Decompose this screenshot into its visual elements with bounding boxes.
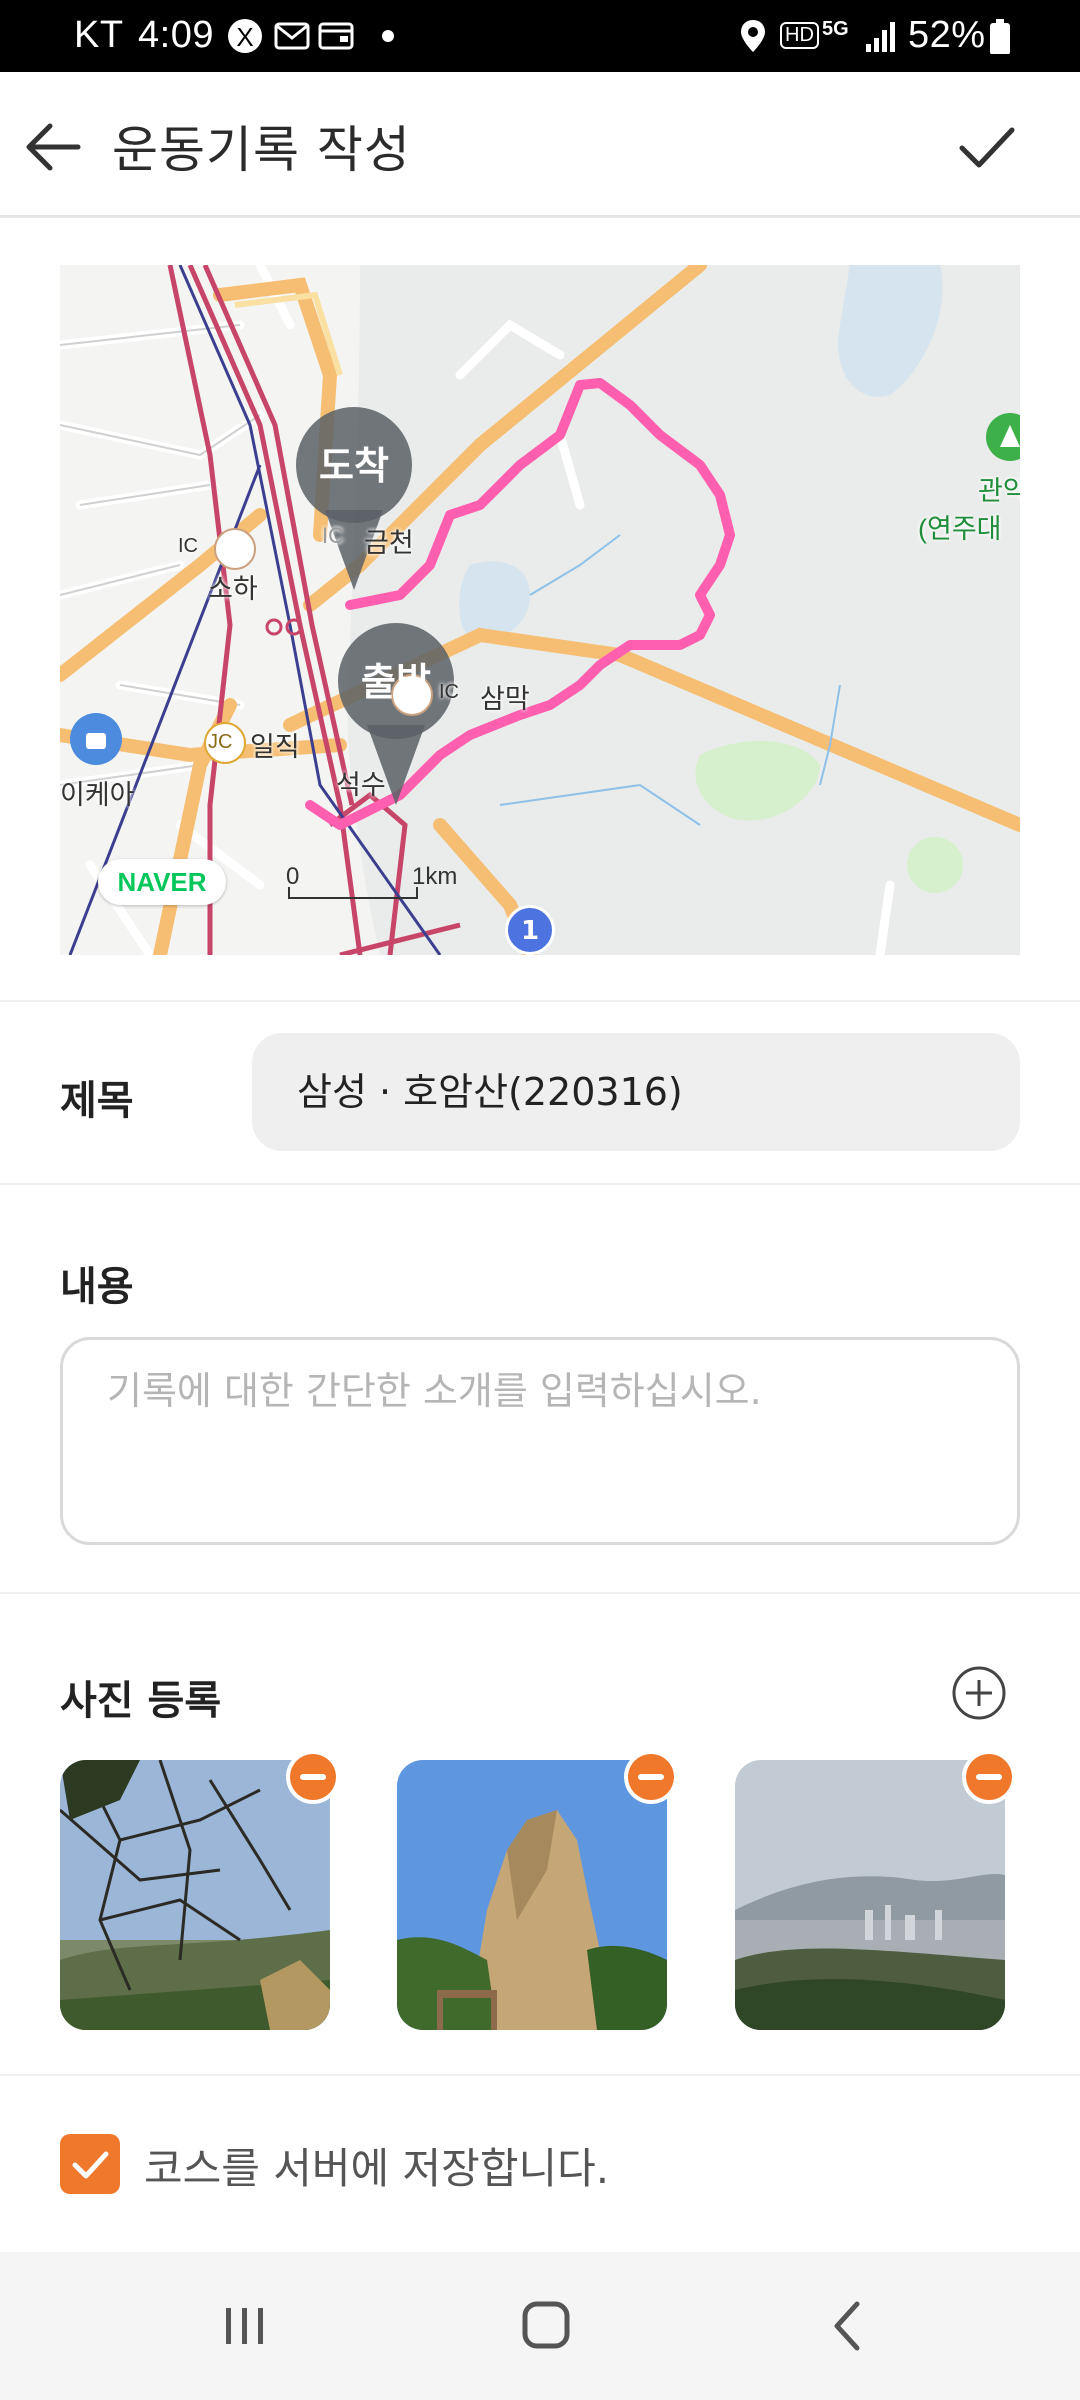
save-course-checkbox[interactable] (60, 2134, 120, 2194)
app-bar: 운동기록 작성 (0, 72, 1080, 218)
map-label-jc: JC (208, 731, 233, 753)
title-input[interactable]: 삼성 · 호암산(220316) (252, 1033, 1020, 1151)
wallet-icon (318, 22, 354, 50)
map-label-gwanak: 관악 (978, 476, 1020, 506)
content-label: 내용 (60, 1264, 134, 1310)
route-number-badge: 1 (505, 905, 555, 955)
start-pin[interactable]: 출발 (337, 623, 455, 751)
scale-km-label: 1km (412, 863, 458, 890)
route-map[interactable]: IC 소하 IC 금천 IC 삼막 JC 일직 석수 이케아 관악 (연주대 도… (60, 265, 1020, 955)
section-divider (0, 1183, 1080, 1185)
mail-icon (274, 22, 310, 50)
section-divider (0, 1000, 1080, 1002)
add-photo-icon[interactable] (950, 1664, 1008, 1722)
naver-logo: NAVER (98, 859, 226, 905)
carrier-label: KT (74, 14, 124, 56)
end-pin-label: 도착 (319, 444, 389, 488)
back-icon[interactable] (813, 2296, 883, 2356)
map-label-soha: 소하 (208, 574, 258, 604)
map-label-ic-soha: IC (178, 535, 198, 557)
remove-photo-1-icon[interactable] (284, 1748, 342, 1806)
battery-percent: 52% (908, 14, 986, 56)
svg-text:X: X (236, 22, 253, 52)
network-type: 5G (822, 18, 849, 40)
end-pin[interactable]: 도착 (295, 407, 413, 535)
map-scale-bar (288, 887, 418, 899)
system-nav-bar (0, 2252, 1080, 2400)
clock: 4:09 (138, 14, 214, 56)
recent-apps-icon[interactable] (210, 2296, 280, 2356)
remove-photo-2-icon[interactable] (622, 1748, 680, 1806)
home-icon[interactable] (511, 2296, 581, 2356)
hd-indicator: HD (780, 22, 819, 49)
location-icon (741, 20, 765, 52)
map-label-ikea: 이케아 (60, 780, 135, 810)
status-bar: KT 4:09 X HD 5G 52% (0, 0, 1080, 72)
photo-label: 사진 등록 (60, 1678, 222, 1724)
section-divider (0, 1592, 1080, 1594)
page-title: 운동기록 작성 (112, 121, 411, 179)
remove-photo-3-icon[interactable] (960, 1748, 1018, 1806)
map-canvas (60, 265, 1020, 955)
map-label-yeonju: (연주대 (918, 514, 1002, 544)
map-label-iljik: 일직 (250, 732, 300, 762)
signal-icon (866, 22, 895, 52)
map-label-sammak: 삼막 (480, 684, 530, 714)
content-placeholder: 기록에 대한 간단한 소개를 입력하십시오. (107, 1369, 762, 1413)
battery-icon (990, 19, 1010, 54)
map-label-seoksu: 석수 (336, 770, 386, 800)
save-course-label[interactable]: 코스를 서버에 저장합니다. (144, 2135, 609, 2196)
start-pin-label: 출발 (361, 660, 431, 704)
checkmark-icon (72, 2151, 109, 2179)
x-app-icon: X (228, 19, 262, 53)
confirm-check-icon[interactable] (952, 112, 1022, 182)
back-arrow-icon[interactable] (18, 112, 88, 182)
section-divider (0, 2074, 1080, 2076)
title-label: 제목 (60, 1078, 134, 1124)
content-textarea[interactable]: 기록에 대한 간단한 소개를 입력하십시오. (60, 1337, 1020, 1545)
notification-dot-icon (382, 30, 394, 42)
